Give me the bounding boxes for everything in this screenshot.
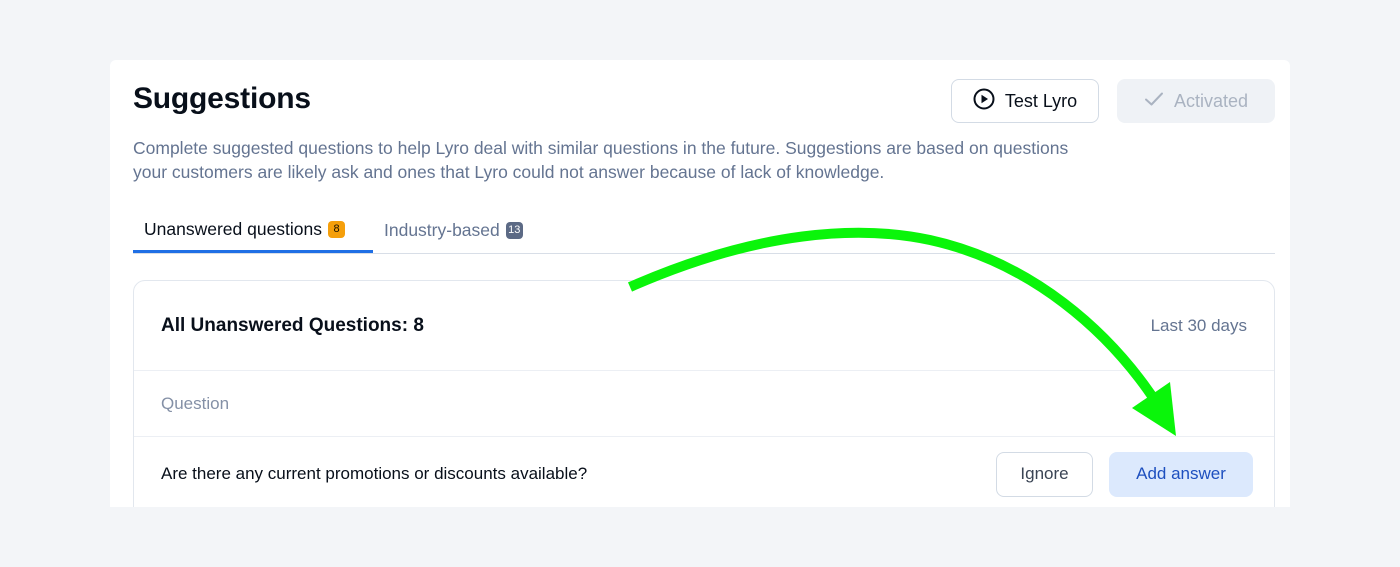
table-row: Are there any current promotions or disc… xyxy=(134,437,1274,507)
date-range-label: Last 30 days xyxy=(1150,315,1247,335)
play-circle-icon xyxy=(973,88,995,115)
add-answer-button[interactable]: Add answer xyxy=(1109,451,1253,497)
row-actions: Ignore Add answer xyxy=(996,451,1253,497)
activated-label: Activated xyxy=(1173,90,1249,111)
page-title: Suggestions xyxy=(133,82,311,115)
card-title: All Unanswered Questions: 8 xyxy=(161,314,424,336)
test-lyro-label: Test Lyro xyxy=(1004,90,1078,111)
tab-bar: Unanswered questions 8 Industry-based 13 xyxy=(133,208,1275,254)
count-badge: 13 xyxy=(505,222,523,239)
tab-label: Industry-based xyxy=(384,220,500,240)
unanswered-questions-card: All Unanswered Questions: 8 Last 30 days… xyxy=(133,280,1275,507)
test-lyro-button[interactable]: Test Lyro xyxy=(951,79,1099,123)
tab-label: Unanswered questions xyxy=(144,218,323,239)
column-header-question: Question xyxy=(134,371,1274,437)
suggestions-panel: Suggestions Complete suggested questions… xyxy=(110,60,1290,507)
question-text: Are there any current promotions or disc… xyxy=(161,464,588,483)
card-header: All Unanswered Questions: 8 Last 30 days xyxy=(134,281,1274,371)
page-description: Complete suggested questions to help Lyr… xyxy=(133,138,1069,182)
check-icon xyxy=(1144,91,1164,112)
tab-industry-based[interactable]: Industry-based 13 xyxy=(384,208,523,253)
activated-button[interactable]: Activated xyxy=(1117,79,1275,123)
count-badge: 8 xyxy=(328,220,346,238)
tab-unanswered-questions[interactable]: Unanswered questions 8 xyxy=(133,208,373,253)
ignore-button[interactable]: Ignore xyxy=(996,451,1093,497)
